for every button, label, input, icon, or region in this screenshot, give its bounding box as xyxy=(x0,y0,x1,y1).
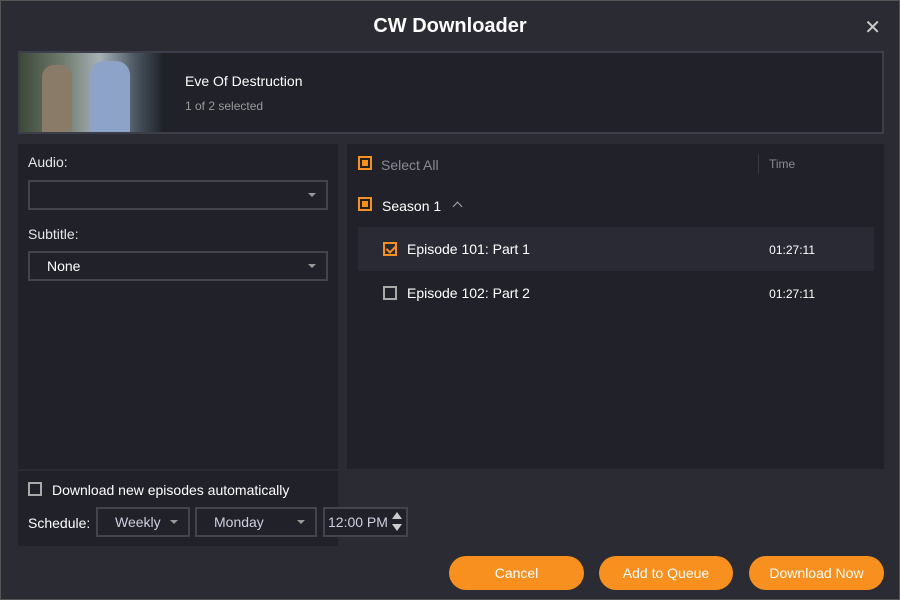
episode-checkbox[interactable] xyxy=(383,242,397,256)
auto-download-section: Download new episodes automatically Sche… xyxy=(18,471,408,546)
show-header: Eve Of Destruction 1 of 2 selected xyxy=(18,51,884,134)
episode-checkbox[interactable] xyxy=(383,286,397,300)
day-value: Monday xyxy=(214,514,264,530)
time-header: Time xyxy=(769,157,796,171)
day-dropdown[interactable]: Monday xyxy=(195,507,317,537)
schedule-label: Schedule: xyxy=(28,515,91,531)
time-spinner[interactable]: 12:00 PM xyxy=(323,507,408,537)
increment-icon[interactable] xyxy=(392,512,402,519)
season-label[interactable]: Season 1 xyxy=(382,198,441,214)
caret-down-icon xyxy=(297,520,305,524)
audio-label: Audio: xyxy=(28,154,68,170)
episode-title: Episode 102: Part 2 xyxy=(407,285,530,301)
episode-list-panel: Select All Time Season 1 Episode 101: Pa… xyxy=(347,144,884,469)
subtitle-label: Subtitle: xyxy=(28,226,79,242)
auto-download-checkbox[interactable] xyxy=(28,482,42,496)
dialog-window: CW Downloader ✕ Eve Of Destruction 1 of … xyxy=(0,0,900,600)
subtitle-value: None xyxy=(47,258,81,274)
audio-dropdown[interactable] xyxy=(28,180,328,210)
episode-time: 01:27:11 xyxy=(769,243,815,257)
subtitle-dropdown[interactable]: None xyxy=(28,251,328,281)
download-now-button[interactable]: Download Now xyxy=(749,556,884,590)
episode-time: 01:27:11 xyxy=(769,287,815,301)
frequency-dropdown[interactable]: Weekly xyxy=(96,507,190,537)
episode-row[interactable]: Episode 102: Part 2 01:27:11 xyxy=(358,271,874,315)
auto-download-label[interactable]: Download new episodes automatically xyxy=(52,482,289,498)
dialog-title: CW Downloader xyxy=(373,15,527,37)
selection-count: 1 of 2 selected xyxy=(185,99,264,113)
episode-title: Episode 101: Part 1 xyxy=(407,241,530,257)
options-panel: Audio: Subtitle: None xyxy=(18,144,338,469)
caret-down-icon xyxy=(170,520,178,524)
time-value: 12:00 PM xyxy=(328,514,388,530)
season-checkbox[interactable] xyxy=(358,197,372,211)
close-icon[interactable]: ✕ xyxy=(864,15,881,40)
caret-down-icon xyxy=(308,264,316,268)
add-to-queue-button[interactable]: Add to Queue xyxy=(599,556,733,590)
episode-row[interactable]: Episode 101: Part 1 01:27:11 xyxy=(358,227,874,271)
column-divider xyxy=(758,154,759,174)
cancel-button[interactable]: Cancel xyxy=(449,556,584,590)
frequency-value: Weekly xyxy=(115,514,161,530)
select-all-label[interactable]: Select All xyxy=(381,157,439,173)
show-thumbnail xyxy=(20,53,165,132)
select-all-checkbox[interactable] xyxy=(358,156,372,170)
decrement-icon[interactable] xyxy=(392,524,402,531)
chevron-up-icon[interactable] xyxy=(452,201,463,212)
caret-down-icon xyxy=(308,193,316,197)
show-title: Eve Of Destruction xyxy=(185,73,303,89)
